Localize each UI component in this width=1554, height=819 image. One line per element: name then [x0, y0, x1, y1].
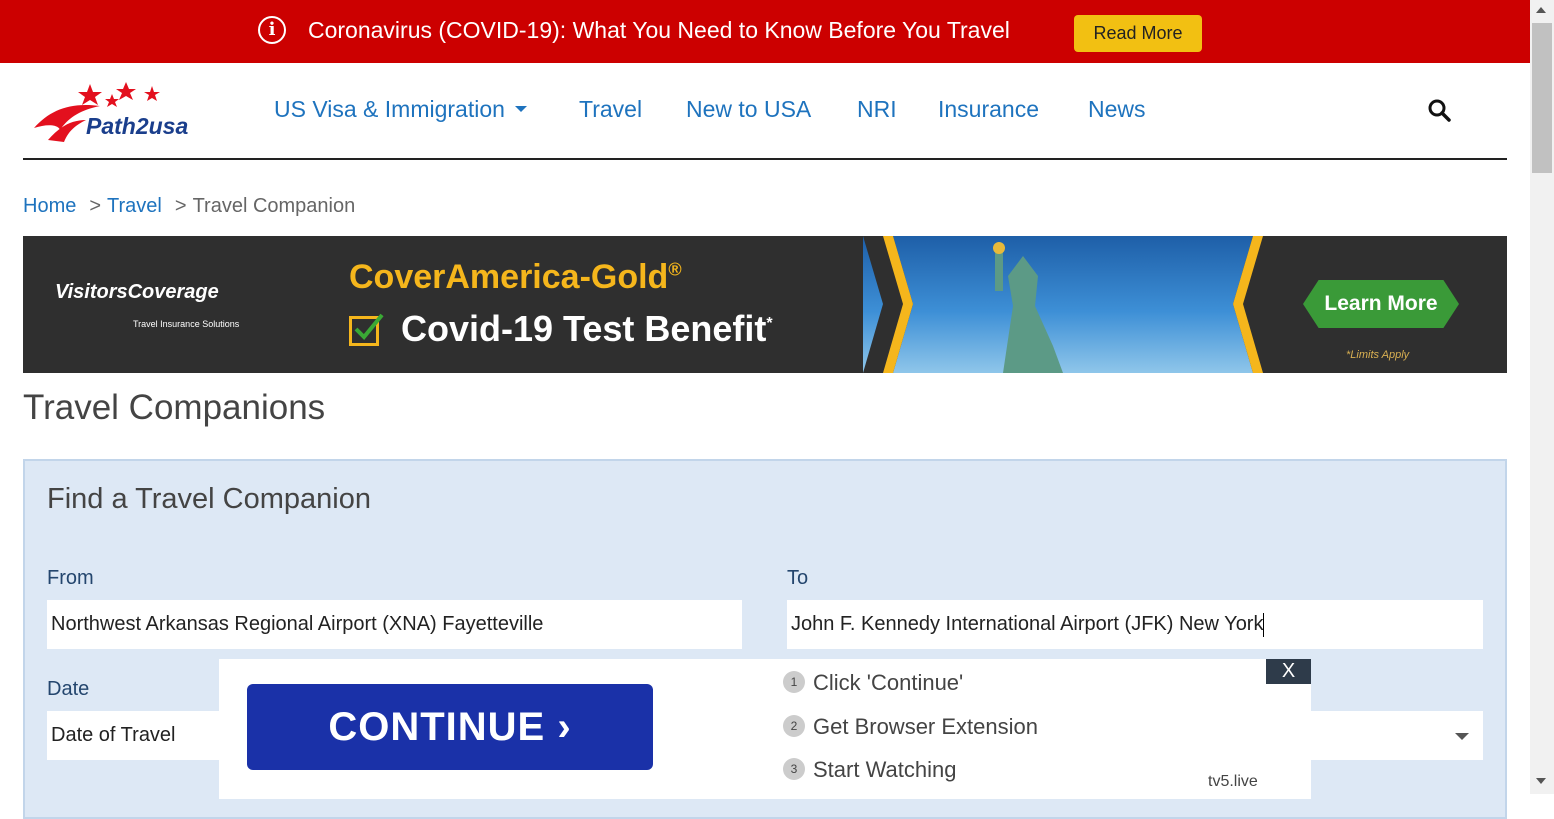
popup-close-button[interactable]: X — [1266, 659, 1311, 684]
scroll-down-arrow-icon[interactable] — [1536, 778, 1546, 784]
logo-text: Path2usa — [86, 113, 188, 139]
nav-us-visa[interactable]: US Visa & Immigration — [274, 96, 527, 123]
panel-title: Find a Travel Companion — [47, 483, 371, 515]
to-label: To — [787, 567, 809, 589]
statue-of-liberty-image — [863, 236, 1283, 373]
breadcrumb-home[interactable]: Home — [23, 195, 76, 217]
path2usa-logo[interactable]: Path2usa — [30, 80, 220, 146]
checkbox-icon — [349, 313, 384, 346]
nav-new-to-usa[interactable]: New to USA — [686, 96, 811, 123]
ad-banner[interactable]: VisitorsCoverage Travel Insurance Soluti… — [23, 236, 1507, 373]
breadcrumb: Home > Travel > Travel Companion — [23, 195, 355, 218]
info-icon: i — [258, 16, 286, 44]
alert-text: Coronavirus (COVID-19): What You Need to… — [308, 17, 1010, 43]
nav-insurance[interactable]: Insurance — [938, 96, 1039, 123]
continue-button[interactable]: CONTINUE › — [247, 684, 653, 770]
popup-step-3: 3 Start Watching — [783, 757, 956, 783]
visitorscoverage-logo: VisitorsCoverage — [55, 281, 219, 303]
breadcrumb-separator: > — [174, 195, 187, 217]
ad-limits-note: *Limits Apply — [1346, 349, 1410, 361]
breadcrumb-current: Travel Companion — [192, 195, 356, 217]
breadcrumb-travel[interactable]: Travel — [107, 195, 162, 217]
dropdown-arrow-icon[interactable] — [1455, 733, 1469, 740]
nav-travel[interactable]: Travel — [579, 96, 642, 123]
to-input[interactable]: John F. Kennedy International Airport (J… — [787, 600, 1483, 649]
visitorscoverage-tagline: Travel Insurance Solutions — [133, 319, 240, 329]
scroll-up-arrow-icon[interactable] — [1536, 7, 1546, 13]
date-label: Date — [47, 678, 90, 700]
from-label: From — [47, 567, 94, 589]
header-divider — [23, 158, 1507, 160]
to-input-value: John F. Kennedy International Airport (J… — [791, 613, 1264, 635]
nav-nri[interactable]: NRI — [857, 96, 897, 123]
popup-step-2: 2 Get Browser Extension — [783, 714, 1038, 740]
read-more-button[interactable]: Read More — [1074, 15, 1202, 52]
popup-step-1: 1 Click 'Continue' — [783, 670, 963, 696]
covid-alert-bar: i Coronavirus (COVID-19): What You Need … — [0, 0, 1530, 63]
page-title: Travel Companions — [23, 388, 326, 427]
learn-more-button[interactable]: Learn More — [1303, 280, 1459, 328]
nav-us-visa-label: US Visa & Immigration — [274, 96, 505, 122]
popup-source: tv5.live — [1208, 773, 1258, 790]
search-icon[interactable] — [1427, 98, 1451, 122]
scrollbar-thumb[interactable] — [1532, 23, 1552, 173]
chevron-down-icon — [514, 105, 527, 112]
from-input[interactable]: Northwest Arkansas Regional Airport (XNA… — [47, 600, 742, 649]
ad-benefit: Covid-19 Test Benefit* — [401, 308, 773, 349]
text-cursor — [1263, 612, 1265, 637]
nav-news[interactable]: News — [1088, 96, 1146, 123]
breadcrumb-separator: > — [89, 195, 102, 217]
ad-title: CoverAmerica-Gold® — [349, 258, 682, 296]
